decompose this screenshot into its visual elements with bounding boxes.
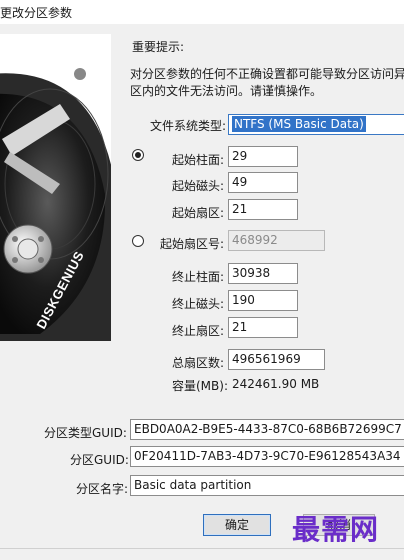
partition-name-label: 分区名字:	[76, 482, 129, 496]
total-sectors-label: 总扇区数:	[172, 356, 225, 370]
ok-button[interactable]: 确定	[203, 514, 271, 536]
lba-start-label: 起始扇区号:	[160, 237, 225, 251]
end-head-label: 终止磁头:	[172, 297, 225, 311]
end-cylinder-label: 终止柱面:	[172, 270, 225, 284]
type-guid-label: 分区类型GUID:	[44, 426, 127, 440]
diskgenius-logo-panel: DISKGENIUS	[0, 34, 111, 341]
fs-type-label: 文件系统类型:	[150, 119, 227, 133]
start-cylinder-input[interactable]: 29	[228, 146, 298, 167]
end-cylinder-input[interactable]: 30938	[228, 263, 298, 284]
end-head-input[interactable]: 190	[228, 290, 298, 311]
fs-type-field[interactable]: NTFS (MS Basic Data)	[228, 114, 404, 135]
capacity-label: 容量(MB):	[172, 379, 228, 393]
lba-start-input[interactable]: 468992	[228, 230, 325, 251]
start-head-input[interactable]: 49	[228, 172, 298, 193]
fs-type-value: NTFS (MS Basic Data)	[232, 116, 366, 132]
start-head-label: 起始磁头:	[172, 179, 225, 193]
hint-title: 重要提示:	[132, 40, 185, 54]
chs-mode-radio[interactable]	[132, 149, 144, 161]
partition-guid-input[interactable]: 0F20411D-7AB3-4D73-9C70-E96128543A34	[130, 446, 404, 467]
partition-guid-label: 分区GUID:	[70, 453, 129, 467]
partition-name-input[interactable]: Basic data partition	[130, 475, 404, 496]
hint-body: 对分区参数的任何不正确设置都可能导致分区访问异 区内的文件无法访问。请谨慎操作。	[130, 67, 404, 98]
start-cylinder-label: 起始柱面:	[172, 153, 225, 167]
divider	[0, 548, 404, 549]
end-sector-label: 终止扇区:	[172, 324, 225, 338]
watermark: 最需网	[292, 513, 380, 546]
end-sector-input[interactable]: 21	[228, 317, 298, 338]
start-sector-label: 起始扇区:	[172, 206, 225, 220]
radio-selected-dot	[135, 152, 141, 158]
window-title: 更改分区参数	[0, 6, 73, 20]
total-sectors-input[interactable]: 496561969	[228, 349, 325, 370]
hard-disk-icon: DISKGENIUS	[0, 68, 111, 341]
type-guid-input[interactable]: EBD0A0A2-B9E5-4433-87C0-68B6B72699C7	[130, 419, 404, 440]
capacity-value: 242461.90 MB	[232, 377, 320, 391]
lba-mode-radio[interactable]	[132, 235, 144, 247]
start-sector-input[interactable]: 21	[228, 199, 298, 220]
title-bar: 更改分区参数	[0, 0, 404, 24]
